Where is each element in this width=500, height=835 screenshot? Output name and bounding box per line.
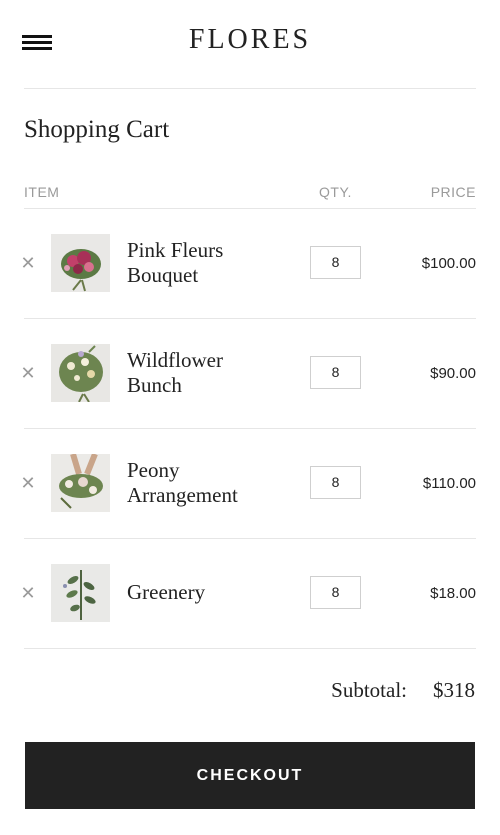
close-icon: ✕ <box>20 363 36 383</box>
remove-item-button[interactable]: ✕ <box>20 363 36 383</box>
product-name: Pink Fleurs Bouquet <box>127 238 297 288</box>
bouquet-image <box>51 234 110 292</box>
checkout-button[interactable]: CHECKOUT <box>25 742 475 809</box>
app-header: FLORES <box>0 0 500 88</box>
subtotal-label: Subtotal: <box>331 678 407 702</box>
product-name: Greenery <box>127 580 297 605</box>
cart-row: ✕ Greenery 8 $18.00 <box>0 538 500 648</box>
subtotal: Subtotal: $318 <box>0 678 500 708</box>
column-header-item: ITEM <box>24 184 60 200</box>
quantity-input[interactable]: 8 <box>310 356 361 389</box>
item-price: $18.00 <box>430 585 476 602</box>
greenery-image <box>51 564 110 622</box>
cart-row: ✕ Peony Arrangement 8 $110.00 <box>0 428 500 538</box>
item-price: $100.00 <box>421 255 476 272</box>
close-icon: ✕ <box>20 583 36 603</box>
product-name-line: Peony <box>127 458 180 482</box>
cart-row: ✕ Wildflower Bunch 8 $90.00 <box>0 318 500 428</box>
close-icon: ✕ <box>20 473 36 493</box>
column-header-price: PRICE <box>430 184 476 200</box>
product-thumbnail-greenery[interactable] <box>51 564 110 622</box>
item-price: $90.00 <box>430 365 476 382</box>
product-name: Wildflower Bunch <box>127 348 297 398</box>
quantity-input[interactable]: 8 <box>310 466 361 499</box>
close-icon: ✕ <box>20 253 36 273</box>
subtotal-value: $318 <box>433 678 475 702</box>
item-price: $110.00 <box>422 475 476 492</box>
product-thumbnail-wildflower[interactable] <box>51 344 110 402</box>
product-name-line: Wildflower <box>127 348 223 372</box>
remove-item-button[interactable]: ✕ <box>20 583 36 603</box>
header-divider <box>24 88 476 89</box>
page-title: Shopping Cart <box>24 116 170 143</box>
product-name-line: Arrangement <box>127 483 238 507</box>
product-name: Peony Arrangement <box>127 458 297 508</box>
brand-logo[interactable]: FLORES <box>0 24 500 56</box>
product-name-line: Greenery <box>127 580 206 604</box>
quantity-input[interactable]: 8 <box>310 576 361 609</box>
product-name-line: Bouquet <box>127 263 199 287</box>
cart-row: ✕ Pink Fleurs Bouquet 8 $100.00 <box>0 208 500 318</box>
peony-image <box>51 454 110 512</box>
remove-item-button[interactable]: ✕ <box>20 253 36 273</box>
row-divider <box>24 648 476 649</box>
product-name-line: Bunch <box>127 373 182 397</box>
product-thumbnail-peony[interactable] <box>51 454 110 512</box>
wildflower-image <box>51 344 110 402</box>
product-thumbnail-pink-fleurs[interactable] <box>51 234 110 292</box>
product-name-line: Pink Fleurs <box>127 238 224 262</box>
quantity-input[interactable]: 8 <box>310 246 361 279</box>
remove-item-button[interactable]: ✕ <box>20 473 36 493</box>
column-header-qty: QTY. <box>319 184 352 200</box>
